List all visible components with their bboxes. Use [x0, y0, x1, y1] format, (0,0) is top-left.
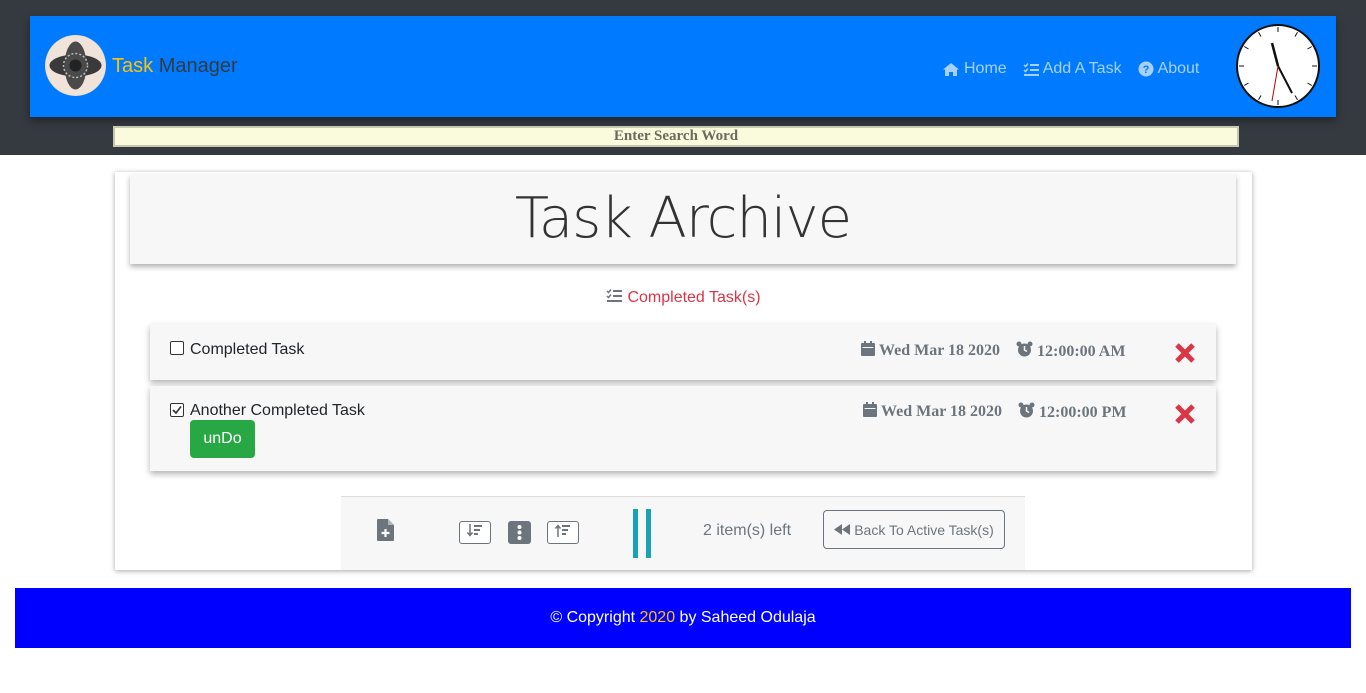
task-row: Another Completed Task unDo Wed Mar 18 2…: [150, 386, 1216, 471]
task-checkbox[interactable]: [170, 341, 184, 355]
sort-ascending-icon: [554, 523, 571, 542]
completed-heading-label: Completed Task(s): [627, 289, 761, 306]
tasks-icon: [1023, 62, 1039, 77]
question-icon: ?: [1138, 61, 1154, 77]
nav-add-task[interactable]: Add A Task: [1023, 60, 1122, 78]
task-toolbar: 2 item(s) left Back To Active Task(s): [341, 496, 1025, 570]
calendar-icon: [861, 341, 875, 361]
brand[interactable]: Task Manager: [112, 54, 238, 78]
app-logo[interactable]: [45, 35, 106, 96]
back-to-active-button[interactable]: Back To Active Task(s): [823, 510, 1005, 549]
footer: © Copyright 2020 by Saheed Odulaja: [15, 588, 1351, 648]
task-checkbox[interactable]: [170, 403, 184, 417]
nav-about-label: About: [1157, 60, 1200, 77]
task-row: Completed Task Wed Mar 18 2020 12:00:00 …: [150, 324, 1216, 380]
nav-links: Home Add A Task ? About: [942, 60, 1199, 78]
title-box: Task Archive: [130, 174, 1236, 264]
more-options-icon[interactable]: [508, 521, 531, 549]
brand-part1: Task: [112, 55, 154, 77]
task-time: 12:00:00 AM: [1016, 341, 1125, 362]
nav-add-task-label: Add A Task: [1042, 60, 1122, 77]
search-input[interactable]: Enter Search Word: [113, 126, 1239, 147]
back-to-active-label: Back To Active Task(s): [854, 521, 994, 538]
completed-heading: Completed Task(s): [115, 288, 1252, 308]
alarm-clock-icon: [1016, 341, 1033, 362]
task-time-text: 12:00:00 AM: [1037, 342, 1126, 360]
footer-prefix: © Copyright: [550, 609, 640, 626]
nav-home-label: Home: [964, 60, 1007, 77]
footer-suffix: by Saheed Odulaja: [675, 609, 816, 626]
task-date-text: Wed Mar 18 2020: [881, 403, 1003, 420]
new-file-icon[interactable]: [377, 519, 394, 546]
delete-icon[interactable]: [1173, 402, 1197, 431]
navbar: Task Manager Home Add A Task ? About: [30, 16, 1336, 117]
home-icon: [942, 62, 960, 77]
undo-button[interactable]: unDo: [190, 420, 255, 458]
task-date-text: Wed Mar 18 2020: [879, 342, 1001, 359]
sort-descending-icon: [466, 523, 483, 542]
analog-clock: [1235, 23, 1321, 109]
fast-backward-icon: [834, 522, 851, 538]
sort-ascending-button[interactable]: [547, 521, 579, 544]
sort-descending-button[interactable]: [459, 521, 491, 544]
task-date: Wed Mar 18 2020: [861, 341, 1000, 361]
task-name: Completed Task: [190, 341, 305, 358]
svg-text:?: ?: [1142, 64, 1149, 76]
calendar-icon: [863, 402, 877, 422]
task-time-text: 12:00:00 PM: [1039, 403, 1127, 421]
nav-home[interactable]: Home: [942, 60, 1007, 78]
page-title: Task Archive: [514, 186, 852, 251]
nav-about[interactable]: ? About: [1138, 60, 1200, 78]
tasks-icon: [606, 288, 623, 308]
pause-icon[interactable]: [633, 509, 653, 563]
alarm-clock-icon: [1018, 402, 1035, 423]
footer-year: 2020: [639, 609, 676, 626]
task-name: Another Completed Task: [190, 402, 365, 419]
task-date: Wed Mar 18 2020: [863, 402, 1002, 422]
task-time: 12:00:00 PM: [1018, 402, 1127, 423]
items-left-count: 2 item(s) left: [703, 522, 792, 539]
archive-card: Task Archive Completed Task(s) Completed…: [115, 172, 1252, 570]
brand-part2: Manager: [158, 55, 238, 77]
delete-icon[interactable]: [1173, 341, 1197, 370]
